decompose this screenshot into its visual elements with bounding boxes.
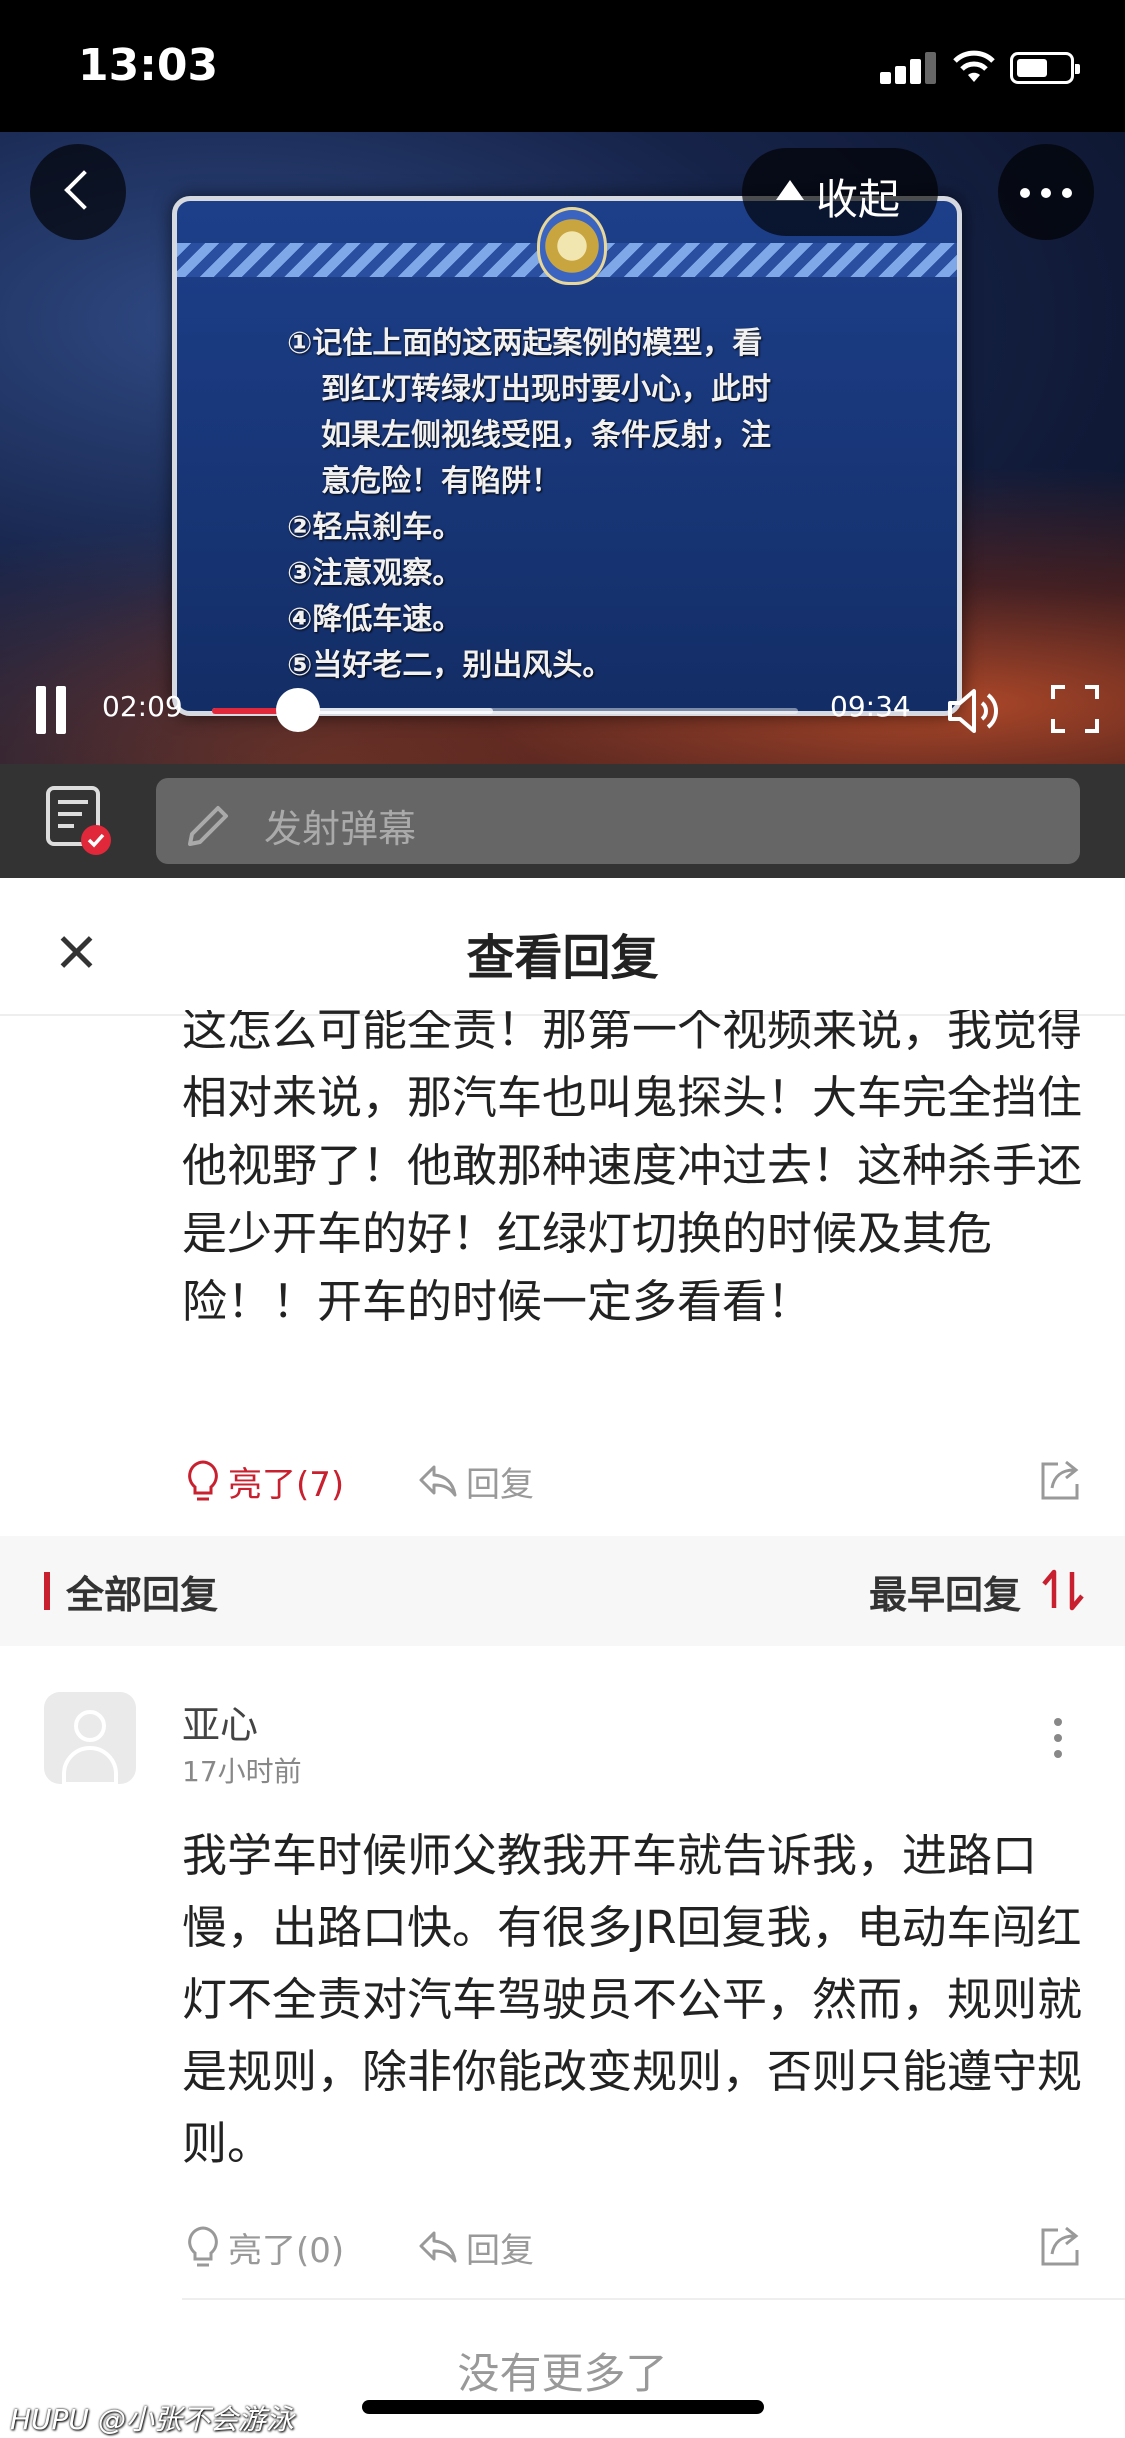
back-button[interactable] [30,144,126,240]
wifi-icon [953,50,995,82]
sort-toggle[interactable]: 最早回复 [869,1564,1021,1619]
no-more-label: 没有更多了 [457,2349,668,2398]
seek-handle[interactable] [275,688,320,732]
lightbulb-icon [188,1460,218,1501]
current-time: 02:09 [102,690,183,723]
avatar[interactable] [44,1692,136,1784]
lightbulb-icon [188,2226,218,2267]
duration: 09:34 [830,690,911,723]
share-icon[interactable] [1038,1456,1084,1502]
danmaku-settings-icon[interactable] [44,784,114,858]
danmaku-input[interactable]: 发射弹幕 [156,778,1080,864]
sort-icon[interactable] [1038,1566,1092,1614]
danmaku-bar: 发射弹幕 [0,764,1125,878]
original-post-actions: 亮了(7) 回复 [0,1446,1125,1516]
police-emblem-icon [537,207,607,285]
collapse-button[interactable]: 收起 [742,148,938,236]
reply-panel-header: 查看回复 [0,878,1125,1016]
notice-text: ①记住上面的这两起案例的模型，看 到红灯转绿灯出现时要小心，此时 如果左侧视线受… [287,326,771,683]
reply-more-icon[interactable] [1054,1718,1064,1762]
share-icon[interactable] [1038,2222,1084,2268]
all-replies-label: 全部回复 [66,1573,219,1617]
divider [182,2298,1125,2300]
pen-icon [188,806,228,846]
status-bar: 13:03 [0,0,1125,132]
status-time: 13:03 [78,40,219,91]
cellular-signal-icon [880,52,936,84]
reply-text: 我学车时候师父教我开车就告诉我，进路口慢，出路口快。有很多JR回复我，电动车闯红… [182,1829,1083,2170]
reply-time: 17小时前 [182,1755,302,1788]
original-post-text: 这怎么可能全责！那第一个视频来说，我觉得相对来说，那汽车也叫鬼探头！大车完全挡住… [182,1010,1082,1328]
reply-arrow-icon [419,2231,457,2263]
reply-arrow-icon [419,1465,457,1497]
reply-actions: 亮了(0) 回复 [0,2212,1125,2282]
danmaku-placeholder: 发射弹幕 [264,807,417,851]
panel-title: 查看回复 [466,930,659,986]
volume-icon[interactable] [946,686,1002,736]
reply-button[interactable]: 回复 [418,1456,534,1506]
reply-username[interactable]: 亚心 [182,1694,258,1749]
pause-button[interactable] [34,686,68,734]
home-indicator[interactable] [362,2400,764,2414]
reply-section-bar: 全部回复 最早回复 [0,1536,1125,1646]
more-options-button[interactable] [998,144,1094,240]
fullscreen-icon[interactable] [1050,684,1100,734]
video-controls: 02:09 09:34 [0,660,1125,760]
reply-button[interactable]: 回复 [418,2222,534,2272]
battery-icon [1010,52,1080,84]
like-button[interactable]: 亮了(0) [186,2222,344,2272]
section-accent [44,1572,50,1610]
video-frame-notice: ①记住上面的这两起案例的模型，看 到红灯转绿灯出现时要小心，此时 如果左侧视线受… [172,196,962,716]
caret-up-icon [776,180,804,200]
like-button[interactable]: 亮了(7) [186,1456,344,1506]
watermark: HUPU @小张不会游泳 [10,2403,294,2436]
